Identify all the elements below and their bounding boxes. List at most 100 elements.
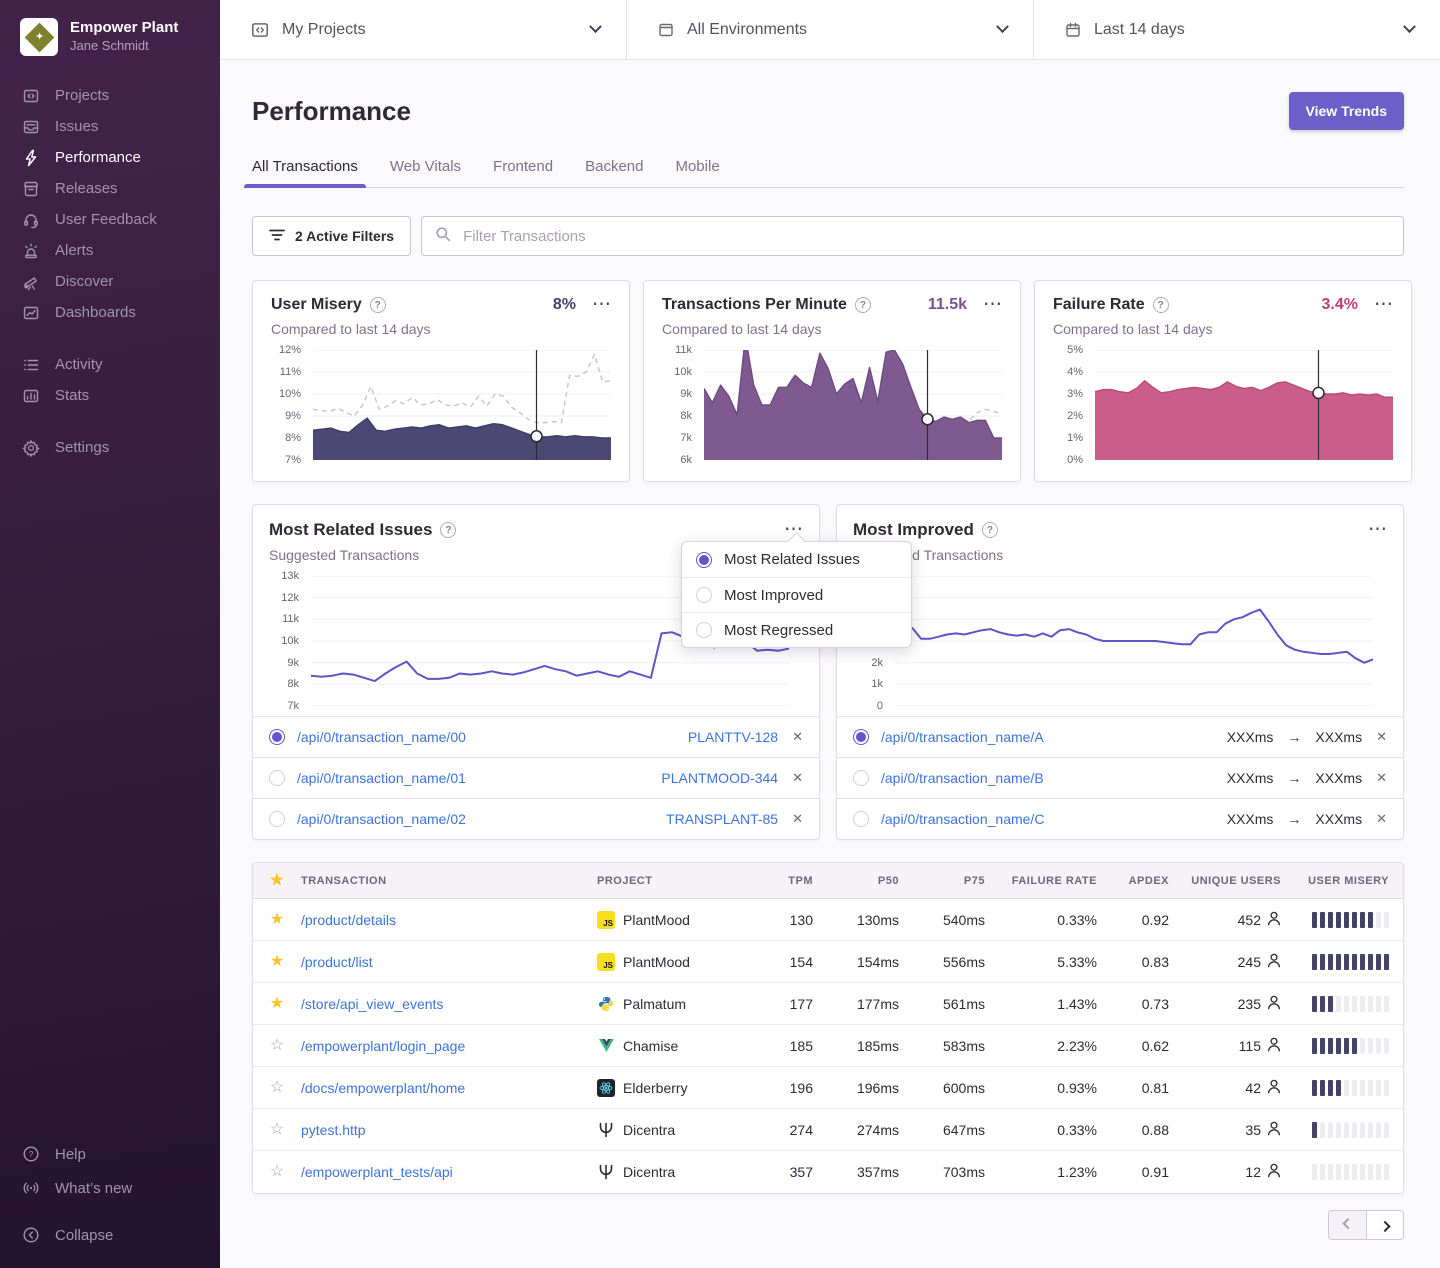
improved-row[interactable]: /api/0/transaction_name/BXXXms→XXXms✕ [837,757,1403,798]
org-header[interactable]: ✦ Empower Plant Jane Schmidt [0,0,220,80]
transaction-link[interactable]: /product/details [301,912,396,928]
column-header-apdex[interactable]: APDEX [1097,875,1169,887]
sidebar-item-user-feedback[interactable]: User Feedback [22,204,220,235]
p50-value: 196ms [813,1080,899,1096]
improved-list: /api/0/transaction_name/AXXXms→XXXms✕/ap… [837,716,1403,839]
ellipsis-menu-icon[interactable]: ⋯ [1374,300,1393,310]
radio-icon[interactable] [269,811,285,827]
improved-row[interactable]: /api/0/transaction_name/CXXXms→XXXms✕ [837,798,1403,839]
search-input[interactable] [461,227,1390,246]
sidebar-item-issues[interactable]: Issues [22,111,220,142]
p75-value: 703ms [899,1164,985,1180]
help-icon[interactable]: ? [440,522,456,538]
radio-icon[interactable] [269,729,285,745]
issue-link[interactable]: TRANSPLANT-85 [666,811,778,827]
ellipsis-menu-icon[interactable]: ⋯ [1368,525,1387,535]
column-header-transaction[interactable]: TRANSACTION [301,875,597,887]
ellipsis-menu-icon[interactable]: ⋯ [592,300,611,310]
pagination-prev-button[interactable] [1328,1210,1366,1240]
environment-selector[interactable]: All Environments [627,0,1034,59]
sidebar-item-discover[interactable]: Discover [22,266,220,297]
star-icon[interactable]: ★ [270,954,284,970]
star-icon[interactable]: ☆ [270,1038,284,1054]
radio-icon[interactable] [853,770,869,786]
issue-link[interactable]: PLANTMOOD-344 [661,770,778,786]
user-misery-bars [1281,1122,1403,1138]
tab-web-vitals[interactable]: Web Vitals [390,152,461,187]
active-filters-button[interactable]: 2 Active Filters [252,216,411,256]
sidebar-item-projects[interactable]: Projects [22,80,220,111]
sidebar-item-dashboards[interactable]: Dashboards [22,297,220,328]
improved-row[interactable]: /api/0/transaction_name/AXXXms→XXXms✕ [837,716,1403,757]
related-issue-row[interactable]: /api/0/transaction_name/01 PLANTMOOD-344 ✕ [253,757,819,798]
transaction-link[interactable]: /docs/empowerplant/home [301,1080,465,1096]
pagination-next-button[interactable] [1366,1210,1404,1240]
sidebar-item-performance[interactable]: Performance [22,142,220,173]
sidebar-item-alerts[interactable]: Alerts [22,235,220,266]
transaction-link[interactable]: /product/list [301,954,373,970]
column-header-p50[interactable]: P50 [813,875,899,887]
column-header-failure-rate[interactable]: FAILURE RATE [985,875,1097,887]
menu-option-most-regressed[interactable]: Most Regressed [682,612,911,647]
sidebar-item-settings[interactable]: Settings [22,432,220,463]
tab-mobile[interactable]: Mobile [675,152,719,187]
transaction-link[interactable]: /api/0/transaction_name/00 [297,729,466,745]
transaction-link[interactable]: /api/0/transaction_name/A [881,729,1044,745]
unique-users-value: 115 [1169,1037,1281,1055]
ellipsis-menu-icon[interactable]: ⋯ [983,300,1002,310]
sidebar-item-what-s-new[interactable]: What’s new [22,1171,220,1205]
menu-option-most-related-issues[interactable]: Most Related Issues [682,542,911,577]
sidebar-item-stats[interactable]: Stats [22,380,220,411]
transaction-link[interactable]: /empowerplant_tests/api [301,1164,453,1180]
star-icon[interactable]: ☆ [270,1122,284,1138]
transaction-link[interactable]: /api/0/transaction_name/01 [297,770,466,786]
daterange-selector[interactable]: Last 14 days [1034,0,1440,59]
transaction-link[interactable]: /api/0/transaction_name/02 [297,811,466,827]
project-selector[interactable]: My Projects [220,0,627,59]
close-icon[interactable]: ✕ [792,729,803,745]
user-icon [1267,953,1281,971]
transaction-link[interactable]: /api/0/transaction_name/C [881,811,1044,827]
menu-option-most-improved[interactable]: Most Improved [682,577,911,612]
close-icon[interactable]: ✕ [1376,729,1387,745]
star-icon[interactable]: ★ [270,996,284,1012]
issue-link[interactable]: PLANTTV-128 [688,729,778,745]
star-icon[interactable]: ☆ [270,1164,284,1180]
radio-icon[interactable] [269,770,285,786]
tab-backend[interactable]: Backend [585,152,643,187]
related-issue-row[interactable]: /api/0/transaction_name/00 PLANTTV-128 ✕ [253,716,819,757]
star-icon[interactable]: ★ [270,912,284,928]
radio-icon[interactable] [853,811,869,827]
star-icon: ★ [270,873,285,889]
p75-value: 561ms [899,996,985,1012]
sidebar-collapse-button[interactable]: Collapse [22,1218,220,1252]
column-header-unique-users[interactable]: UNIQUE USERS [1169,875,1281,887]
close-icon[interactable]: ✕ [1376,811,1387,827]
tpm-value: 196 [747,1080,813,1096]
transaction-link[interactable]: /store/api_view_events [301,996,443,1012]
sidebar-item-activity[interactable]: Activity [22,349,220,380]
close-icon[interactable]: ✕ [792,770,803,786]
sidebar-item-help[interactable]: ?Help [22,1137,220,1171]
star-icon[interactable]: ☆ [270,1080,284,1096]
close-icon[interactable]: ✕ [792,811,803,827]
tab-frontend[interactable]: Frontend [493,152,553,187]
transaction-link[interactable]: pytest.http [301,1122,366,1138]
help-icon[interactable]: ? [982,522,998,538]
radio-icon[interactable] [853,729,869,745]
help-icon[interactable]: ? [370,297,386,313]
related-issue-row[interactable]: /api/0/transaction_name/02 TRANSPLANT-85 ✕ [253,798,819,839]
column-header-user-misery[interactable]: USER MISERY [1281,875,1403,887]
help-icon[interactable]: ? [855,297,871,313]
help-icon[interactable]: ? [1153,297,1169,313]
metric-subtitle: Compared to last 14 days [271,321,611,337]
column-header-tpm[interactable]: TPM [747,875,813,887]
column-header-p75[interactable]: P75 [899,875,985,887]
transaction-link[interactable]: /empowerplant/login_page [301,1038,465,1054]
transaction-link[interactable]: /api/0/transaction_name/B [881,770,1044,786]
column-header-project[interactable]: PROJECT [597,875,747,887]
tab-all-transactions[interactable]: All Transactions [252,152,358,187]
close-icon[interactable]: ✕ [1376,770,1387,786]
view-trends-button[interactable]: View Trends [1289,92,1404,130]
sidebar-item-releases[interactable]: Releases [22,173,220,204]
